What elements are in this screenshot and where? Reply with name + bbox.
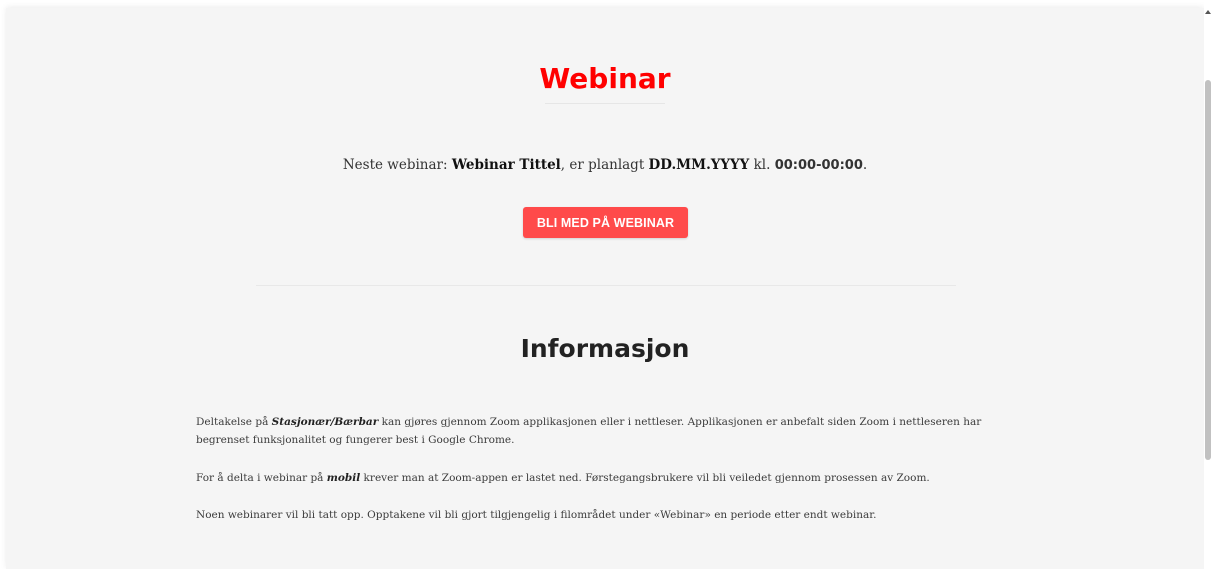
- p2-emphasis: mobil: [326, 472, 361, 484]
- p1-emphasis: Stasjonær/Bærbar: [271, 416, 379, 428]
- browser-viewport: Webinar Neste webinar: Webinar Tittel, e…: [0, 0, 1212, 569]
- scroll-up-arrow-icon[interactable]: [1205, 10, 1211, 14]
- next-webinar-middle: , er planlagt: [560, 157, 649, 173]
- p2-after: krever man at Zoom-appen er lastet ned. …: [360, 472, 930, 484]
- page-title: Webinar: [539, 62, 671, 95]
- join-webinar-button[interactable]: BLI MED PÅ WEBINAR: [523, 207, 688, 238]
- page-content: Webinar Neste webinar: Webinar Tittel, e…: [6, 8, 1204, 569]
- info-paragraph-desktop: Deltakelse på Stasjonær/Bærbar kan gjøre…: [196, 413, 996, 449]
- info-paragraph-mobile: For å delta i webinar på mobil krever ma…: [196, 469, 996, 487]
- title-underline: [545, 103, 665, 104]
- vertical-scrollbar[interactable]: [1204, 0, 1212, 569]
- next-webinar-kl: kl.: [749, 157, 775, 173]
- section-divider: [256, 285, 956, 286]
- webinar-time: 00:00-00:00: [774, 158, 863, 173]
- next-webinar-prefix: Neste webinar:: [342, 157, 452, 173]
- next-webinar-info: Neste webinar: Webinar Tittel, er planla…: [6, 157, 1204, 173]
- info-paragraph-recording: Noen webinarer vil bli tatt opp. Opptake…: [196, 509, 877, 521]
- p2-before: For å delta i webinar på: [196, 472, 327, 484]
- info-section-title: Informasjon: [520, 334, 690, 363]
- webinar-title: Webinar Tittel: [451, 157, 561, 173]
- next-webinar-suffix: .: [862, 157, 868, 173]
- scrollbar-thumb[interactable]: [1205, 80, 1211, 460]
- webinar-date: DD.MM.YYYY: [648, 157, 750, 173]
- p1-before: Deltakelse på: [196, 416, 272, 428]
